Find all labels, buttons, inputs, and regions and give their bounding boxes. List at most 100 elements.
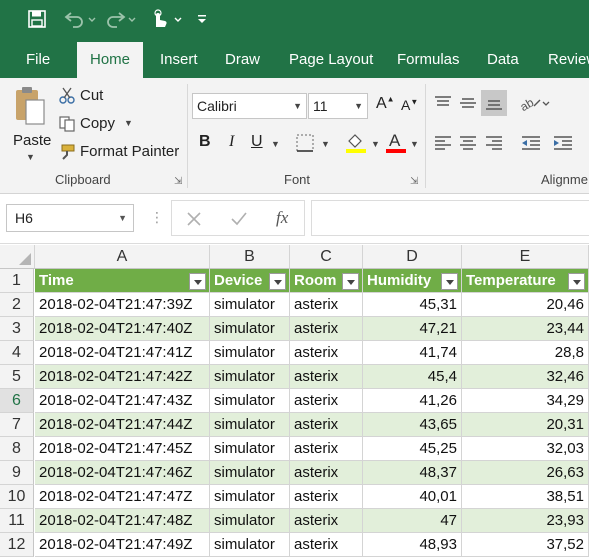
table-cell-device[interactable]: simulator: [210, 341, 290, 365]
borders-dropdown-icon[interactable]: ▼: [321, 139, 330, 149]
table-cell-time[interactable]: 2018-02-04T21:47:40Z: [35, 317, 210, 341]
row-header[interactable]: 2: [0, 293, 34, 317]
table-cell-time[interactable]: 2018-02-04T21:47:46Z: [35, 461, 210, 485]
table-cell-time[interactable]: 2018-02-04T21:47:42Z: [35, 365, 210, 389]
table-cell-room[interactable]: asterix: [290, 533, 363, 557]
table-header-humidity[interactable]: Humidity: [363, 269, 462, 293]
table-cell-device[interactable]: simulator: [210, 437, 290, 461]
table-cell-humidity[interactable]: 48,93: [363, 533, 462, 557]
table-cell-room[interactable]: asterix: [290, 317, 363, 341]
font-launcher-icon[interactable]: ⇲: [410, 176, 418, 187]
column-header-a[interactable]: A: [35, 245, 210, 269]
tab-data[interactable]: Data: [487, 42, 519, 78]
row-header[interactable]: 5: [0, 365, 34, 389]
font-color-dropdown-icon[interactable]: ▼: [410, 139, 419, 149]
table-cell-temperature[interactable]: 34,29: [462, 389, 589, 413]
table-cell-room[interactable]: asterix: [290, 509, 363, 533]
save-icon[interactable]: [24, 0, 50, 38]
table-cell-humidity[interactable]: 48,37: [363, 461, 462, 485]
table-cell-temperature[interactable]: 20,46: [462, 293, 589, 317]
decrease-indent-button[interactable]: [520, 134, 542, 155]
align-right-button[interactable]: [484, 134, 504, 155]
table-cell-room[interactable]: asterix: [290, 485, 363, 509]
bold-button[interactable]: B: [199, 133, 211, 151]
format-painter-button[interactable]: Format Painter: [58, 142, 182, 164]
tab-insert[interactable]: Insert: [160, 42, 198, 78]
table-cell-time[interactable]: 2018-02-04T21:47:44Z: [35, 413, 210, 437]
table-cell-time[interactable]: 2018-02-04T21:47:41Z: [35, 341, 210, 365]
tab-file[interactable]: File: [26, 42, 50, 78]
increase-indent-button[interactable]: [552, 134, 574, 155]
table-header-device[interactable]: Device: [210, 269, 290, 293]
redo-icon[interactable]: [104, 0, 140, 38]
table-cell-room[interactable]: asterix: [290, 437, 363, 461]
row-header[interactable]: 3: [0, 317, 34, 341]
table-cell-humidity[interactable]: 40,01: [363, 485, 462, 509]
row-header[interactable]: 4: [0, 341, 34, 365]
orientation-button[interactable]: ab: [518, 94, 550, 115]
table-cell-device[interactable]: simulator: [210, 509, 290, 533]
shrink-font-button[interactable]: A▼: [401, 97, 418, 113]
table-cell-room[interactable]: asterix: [290, 341, 363, 365]
table-cell-humidity[interactable]: 45,31: [363, 293, 462, 317]
table-cell-temperature[interactable]: 32,03: [462, 437, 589, 461]
table-cell-device[interactable]: simulator: [210, 413, 290, 437]
column-header-e[interactable]: E: [462, 245, 589, 269]
row-header[interactable]: 1: [0, 269, 34, 293]
bottom-align-button[interactable]: [481, 90, 507, 116]
table-cell-time[interactable]: 2018-02-04T21:47:43Z: [35, 389, 210, 413]
row-header[interactable]: 7: [0, 413, 34, 437]
table-cell-temperature[interactable]: 20,31: [462, 413, 589, 437]
filter-dropdown-icon[interactable]: [568, 273, 585, 290]
paste-button[interactable]: Paste ▼: [8, 84, 52, 164]
table-cell-temperature[interactable]: 28,8: [462, 341, 589, 365]
font-color-button[interactable]: A: [385, 130, 407, 157]
table-cell-humidity[interactable]: 47,21: [363, 317, 462, 341]
select-all-corner[interactable]: [0, 245, 35, 269]
touch-mode-icon[interactable]: [148, 0, 186, 38]
row-header[interactable]: 8: [0, 437, 34, 461]
table-cell-device[interactable]: simulator: [210, 533, 290, 557]
filter-dropdown-icon[interactable]: [342, 273, 359, 290]
borders-button[interactable]: [296, 134, 314, 155]
column-header-c[interactable]: C: [290, 245, 363, 269]
filter-dropdown-icon[interactable]: [189, 273, 206, 290]
tab-review[interactable]: Review: [548, 42, 589, 78]
table-cell-room[interactable]: asterix: [290, 365, 363, 389]
table-cell-device[interactable]: simulator: [210, 461, 290, 485]
middle-align-button[interactable]: [458, 94, 478, 115]
table-cell-time[interactable]: 2018-02-04T21:47:47Z: [35, 485, 210, 509]
row-header[interactable]: 6: [0, 389, 34, 413]
table-cell-humidity[interactable]: 41,74: [363, 341, 462, 365]
cancel-icon[interactable]: [186, 211, 202, 227]
table-cell-humidity[interactable]: 41,26: [363, 389, 462, 413]
undo-icon[interactable]: [62, 0, 98, 38]
table-header-room[interactable]: Room: [290, 269, 363, 293]
filter-dropdown-icon[interactable]: [269, 273, 286, 290]
table-cell-room[interactable]: asterix: [290, 293, 363, 317]
align-left-button[interactable]: [433, 134, 453, 155]
underline-button[interactable]: U: [251, 133, 263, 151]
tab-page-layout[interactable]: Page Layout: [289, 42, 373, 78]
table-cell-time[interactable]: 2018-02-04T21:47:48Z: [35, 509, 210, 533]
italic-button[interactable]: I: [229, 133, 234, 151]
filter-dropdown-icon[interactable]: [441, 273, 458, 290]
table-cell-time[interactable]: 2018-02-04T21:47:39Z: [35, 293, 210, 317]
row-header[interactable]: 9: [0, 461, 34, 485]
table-cell-device[interactable]: simulator: [210, 293, 290, 317]
insert-function-button[interactable]: fx: [276, 208, 288, 228]
table-cell-room[interactable]: asterix: [290, 413, 363, 437]
table-cell-humidity[interactable]: 45,4: [363, 365, 462, 389]
copy-button[interactable]: Copy ▼: [58, 114, 138, 136]
table-header-time[interactable]: Time: [35, 269, 210, 293]
column-header-d[interactable]: D: [363, 245, 462, 269]
row-header[interactable]: 11: [0, 509, 34, 533]
formula-input[interactable]: [311, 200, 589, 236]
tab-formulas[interactable]: Formulas: [397, 42, 460, 78]
grow-font-button[interactable]: A▲: [376, 95, 395, 113]
table-cell-temperature[interactable]: 37,52: [462, 533, 589, 557]
align-center-button[interactable]: [458, 134, 478, 155]
underline-dropdown-icon[interactable]: ▼: [271, 139, 280, 149]
table-cell-temperature[interactable]: 26,63: [462, 461, 589, 485]
table-cell-time[interactable]: 2018-02-04T21:47:45Z: [35, 437, 210, 461]
